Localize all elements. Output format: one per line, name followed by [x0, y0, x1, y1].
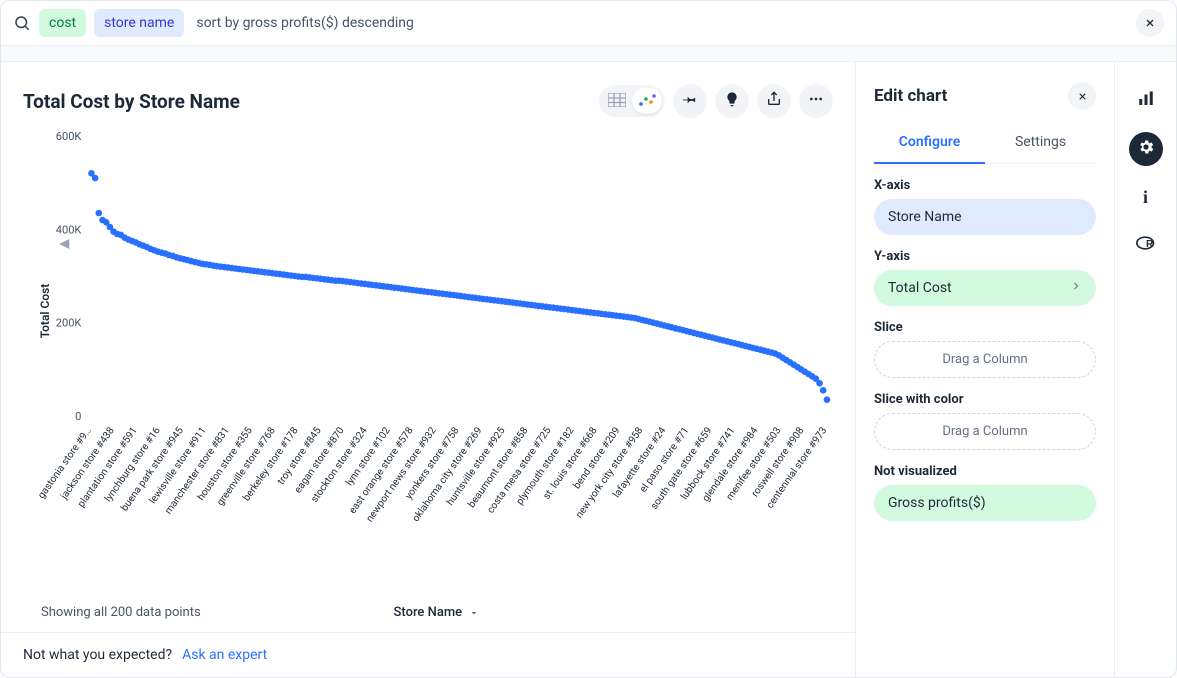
not-visualized-pill[interactable]: Gross profits($)	[874, 485, 1096, 521]
r-icon: R	[1136, 235, 1156, 255]
rail-settings-button[interactable]	[1129, 132, 1163, 166]
x-axis-pill-label: Store Name	[888, 209, 962, 225]
not-visualized-pill-label: Gross profits($)	[888, 495, 986, 511]
more-button[interactable]	[799, 84, 833, 118]
chart-view-toggle[interactable]	[632, 88, 662, 114]
chart-plot[interactable]: Total Cost 0200K400K600K gastonia store …	[31, 126, 837, 546]
insight-button[interactable]	[715, 84, 749, 118]
bar-chart-icon	[1137, 90, 1155, 112]
search-bar[interactable]: cost store name sort by gross profits($)…	[1, 1, 1176, 46]
y-axis-scroll-indicator	[59, 239, 69, 249]
search-sort-text[interactable]: sort by gross profits($) descending	[192, 15, 414, 31]
x-axis-selector[interactable]: Store Name	[394, 605, 481, 620]
x-axis-pill[interactable]: Store Name	[874, 199, 1096, 235]
svg-text:200K: 200K	[56, 317, 82, 330]
chart-icon	[638, 92, 656, 111]
pin-icon	[682, 91, 698, 111]
rail-r-button[interactable]: R	[1129, 228, 1163, 262]
y-axis-pill[interactable]: Total Cost	[874, 270, 1096, 306]
search-chip-store-name[interactable]: store name	[94, 9, 184, 37]
y-axis-pill-label: Total Cost	[888, 280, 952, 296]
share-button[interactable]	[757, 84, 791, 118]
slice-field-label: Slice	[874, 320, 1096, 335]
svg-text:0: 0	[75, 410, 81, 423]
clear-search-button[interactable]	[1136, 9, 1164, 37]
tab-configure[interactable]: Configure	[874, 124, 985, 164]
y-axis-title: Total Cost	[38, 284, 52, 339]
chart-point-count: Showing all 200 data points	[41, 605, 201, 620]
svg-text:600K: 600K	[56, 130, 82, 143]
share-icon	[766, 91, 782, 111]
gear-icon	[1137, 138, 1155, 160]
close-edit-panel-button[interactable]	[1068, 82, 1096, 110]
more-icon	[808, 91, 824, 111]
y-axis-field-label: Y-axis	[874, 249, 1096, 264]
table-icon	[608, 92, 626, 111]
table-view-toggle[interactable]	[602, 88, 632, 114]
chart-toolbar	[599, 84, 833, 118]
x-axis-field-label: X-axis	[874, 178, 1096, 193]
close-icon	[1144, 14, 1156, 33]
rail-chart-button[interactable]	[1129, 84, 1163, 118]
x-axis-selector-label: Store Name	[394, 605, 463, 620]
slice-color-field-label: Slice with color	[874, 392, 1096, 407]
pin-button[interactable]	[673, 84, 707, 118]
search-chip-cost[interactable]: cost	[39, 9, 86, 37]
lightbulb-icon	[724, 91, 740, 111]
search-icon	[13, 14, 31, 32]
chevron-right-icon	[1070, 280, 1082, 296]
ask-expert-link[interactable]: Ask an expert	[182, 647, 267, 663]
chart-title: Total Cost by Store Name	[23, 90, 240, 113]
not-visualized-label: Not visualized	[874, 464, 1096, 479]
svg-text:400K: 400K	[56, 223, 82, 236]
rail-info-button[interactable]: i	[1129, 180, 1163, 214]
info-icon: i	[1143, 187, 1148, 208]
right-rail: i R	[1114, 62, 1176, 677]
edit-chart-title: Edit chart	[874, 86, 947, 106]
edit-chart-panel: Edit chart Configure Settings X-axis Sto…	[856, 62, 1114, 677]
svg-text:R: R	[1146, 239, 1154, 250]
close-icon	[1077, 87, 1088, 106]
expect-question: Not what you expected?	[23, 647, 172, 663]
slice-color-drop-target[interactable]: Drag a Column	[874, 413, 1096, 450]
tab-settings[interactable]: Settings	[985, 124, 1096, 163]
view-toggle	[599, 85, 665, 117]
edit-panel-tabs: Configure Settings	[874, 124, 1096, 164]
slice-drop-target[interactable]: Drag a Column	[874, 341, 1096, 378]
chevron-down-icon	[468, 607, 480, 619]
